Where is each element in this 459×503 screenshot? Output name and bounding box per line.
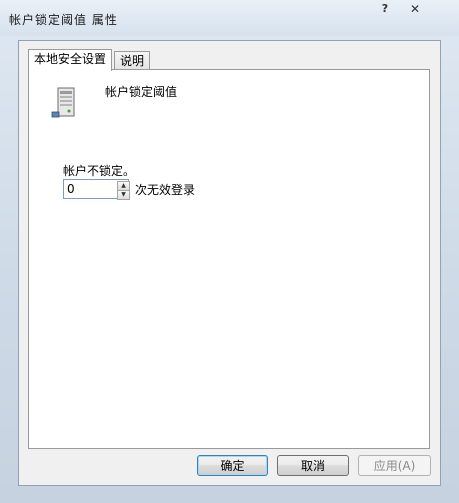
server-icon (51, 87, 75, 118)
dialog-client-area: 本地安全设置 说明 帐户锁定阈值 帐户不锁定。 ▲ ▼ 次无效登录 确定 取消 (18, 40, 441, 486)
spin-down-icon[interactable]: ▼ (117, 190, 130, 200)
policy-name: 帐户锁定阈值 (105, 85, 178, 99)
properties-dialog: 帐户锁定阈值 属性 ? ✕ 本地安全设置 说明 帐户锁定阈值 帐户不锁定。 ▲ … (0, 0, 459, 503)
lockout-field-label: 帐户不锁定。 (63, 164, 136, 178)
close-icon[interactable]: ✕ (400, 2, 430, 16)
help-icon[interactable]: ? (375, 2, 395, 16)
window-title: 帐户锁定阈值 属性 (9, 13, 118, 27)
lockout-threshold-input[interactable] (65, 181, 117, 197)
ok-button[interactable]: 确定 (197, 455, 268, 476)
cancel-button[interactable]: 取消 (277, 455, 349, 476)
tab-local-security-setting[interactable]: 本地安全设置 (28, 49, 113, 71)
title-bar[interactable]: 帐户锁定阈值 属性 ? ✕ (0, 0, 459, 36)
unit-label: 次无效登录 (135, 183, 196, 197)
tab-panel: 帐户锁定阈值 帐户不锁定。 ▲ ▼ 次无效登录 (28, 69, 430, 449)
tab-explain[interactable]: 说明 (114, 51, 151, 71)
apply-button[interactable]: 应用(A) (358, 455, 431, 476)
lockout-threshold-stepper[interactable]: ▲ ▼ (63, 179, 130, 200)
